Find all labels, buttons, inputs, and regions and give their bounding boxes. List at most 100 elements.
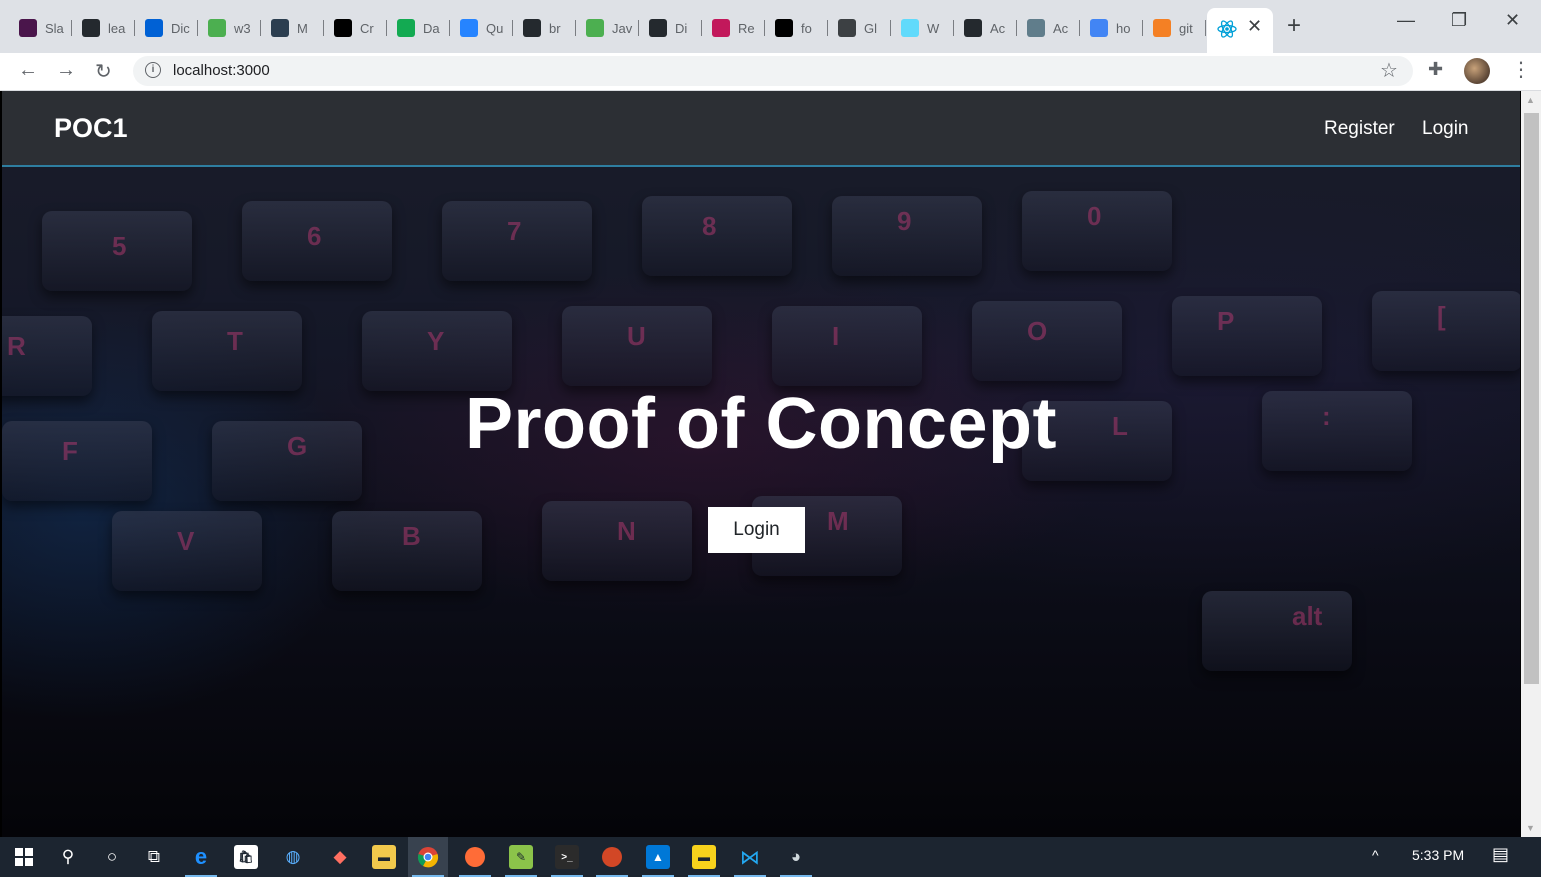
cortana-icon[interactable]: ○ <box>100 845 124 869</box>
browser-tab[interactable]: fo <box>767 14 828 42</box>
keyboard-key-label: [ <box>1437 301 1446 331</box>
tab-separator <box>512 20 513 36</box>
cloud-icon <box>460 19 478 37</box>
nav-register-link[interactable]: Register <box>1324 118 1395 140</box>
chrome-icon[interactable] <box>416 845 440 869</box>
active-tab[interactable]: ✕ <box>1207 8 1273 53</box>
tab-separator <box>260 20 261 36</box>
keyboard-key-label: 6 <box>307 221 322 251</box>
windows-taskbar: ⚲ ○ ⧉ e 🛍 ◍ ◆ ▬ ✎ >_ ▲ ▬ ⋈ ◕ ^ 5:33 PM ▤ <box>0 837 1541 877</box>
tab-separator <box>1142 20 1143 36</box>
v-icon <box>271 19 289 37</box>
browser-tab[interactable]: br <box>515 14 576 42</box>
address-bar[interactable]: i localhost:3000 <box>133 56 1413 86</box>
powerpoint-icon[interactable] <box>600 845 624 869</box>
tab-title: W <box>927 20 940 36</box>
tab-separator <box>701 20 702 36</box>
app-globe-icon[interactable]: ◕ <box>784 845 808 869</box>
reload-icon[interactable]: ↻ <box>95 59 112 84</box>
file-explorer-icon[interactable]: ▬ <box>372 845 396 869</box>
page-viewport: 5 6 7 8 9 0 R T Y U I O P[F G L: V B N Malt POC1 Register … <box>2 91 1520 837</box>
scroll-down-arrow-icon[interactable]: ▼ <box>1526 823 1535 833</box>
tab-title: br <box>549 20 561 36</box>
github-icon <box>523 19 541 37</box>
w3-icon <box>208 19 226 37</box>
scrollbar-thumb[interactable] <box>1524 113 1539 684</box>
task-view-icon[interactable]: ⧉ <box>142 845 166 869</box>
keyboard-key-label: alt <box>1292 601 1323 631</box>
postman-icon[interactable] <box>463 845 487 869</box>
browser-tab[interactable]: ho <box>1082 14 1143 42</box>
tab-title: ho <box>1116 20 1131 36</box>
browser-tab[interactable]: w3 <box>200 14 261 42</box>
browser-tab-strip: Sla lea Dic w3 M Cr Da Qu br Jav Di Re fo Gl W Ac Ac ho gi… <box>0 0 1541 53</box>
bookmark-star-icon[interactable]: ☆ <box>1380 58 1398 83</box>
medium-icon <box>334 19 352 37</box>
hero-login-button[interactable]: Login <box>708 507 805 553</box>
browser-tab[interactable]: W <box>893 14 954 42</box>
profile-avatar[interactable] <box>1464 58 1490 84</box>
scroll-up-arrow-icon[interactable]: ▲ <box>1526 95 1535 105</box>
browser-tab[interactable]: Cr <box>326 14 387 42</box>
tray-chevron-icon[interactable]: ^ <box>1372 847 1379 863</box>
browser-tab[interactable]: Da <box>389 14 450 42</box>
keyboard-key-label: O <box>1027 316 1048 346</box>
browser-tab[interactable]: Qu <box>452 14 513 42</box>
browser-tab[interactable]: Sla <box>11 14 72 42</box>
photos-icon[interactable]: ▲ <box>646 845 670 869</box>
store-icon[interactable]: 🛍 <box>234 845 258 869</box>
tab-separator <box>1079 20 1080 36</box>
restore-button[interactable]: ❐ <box>1451 10 1467 31</box>
tab-separator <box>134 20 135 36</box>
vscode-icon[interactable]: ⋈ <box>738 845 762 869</box>
keyboard-key-label: Y <box>427 326 445 356</box>
chrome-menu-icon[interactable]: ⋮ <box>1511 57 1531 82</box>
keyboard-key-label: M <box>827 506 849 536</box>
brand-logo[interactable]: POC1 <box>54 113 128 144</box>
tab-title: Jav <box>612 20 633 36</box>
image-icon <box>1027 19 1045 37</box>
nav-login-link[interactable]: Login <box>1422 118 1469 140</box>
tab-title: Da <box>423 20 440 36</box>
app-icon[interactable]: ◆ <box>328 845 352 869</box>
browser-tab[interactable]: Ac <box>1019 14 1080 42</box>
browser-tab[interactable]: M <box>263 14 324 42</box>
tab-separator <box>1016 20 1017 36</box>
search-icon[interactable]: ⚲ <box>56 845 80 869</box>
close-tab-icon[interactable]: ✕ <box>1247 16 1262 37</box>
top-navbar: POC1 Register Login <box>2 91 1520 167</box>
back-arrow-icon[interactable]: ← <box>18 59 38 82</box>
browser-tab[interactable]: git <box>1145 14 1206 42</box>
browser-tab[interactable]: Re <box>704 14 765 42</box>
edge-icon[interactable]: e <box>189 844 213 869</box>
notification-icon[interactable]: ▤ <box>1492 844 1509 865</box>
browser-toolbar: ← → ↻ i localhost:3000 ☆ ✚ ⋮ <box>0 53 1541 91</box>
forward-arrow-icon[interactable]: → <box>56 59 76 82</box>
slack-icon <box>19 19 37 37</box>
browser-tab[interactable]: Jav <box>578 14 639 42</box>
page-scrollbar[interactable]: ▲ ▼ <box>1521 91 1541 837</box>
tab-separator <box>1205 20 1206 36</box>
close-window-button[interactable]: ✕ <box>1505 10 1520 31</box>
browser-tab[interactable]: lea <box>74 14 135 42</box>
browser-tab[interactable]: Dic <box>137 14 198 42</box>
extensions-puzzle-icon[interactable]: ✚ <box>1428 59 1443 80</box>
windows-start-icon[interactable] <box>12 845 36 869</box>
tab-title: M <box>297 20 308 36</box>
address-url[interactable]: localhost:3000 <box>173 62 270 79</box>
tab-title: w3 <box>234 20 251 36</box>
vpn-globe-icon[interactable]: ◍ <box>281 845 305 869</box>
keyboard-key <box>642 196 792 276</box>
site-info-icon[interactable]: i <box>145 62 161 78</box>
browser-tab[interactable]: Di <box>641 14 702 42</box>
minimize-button[interactable]: — <box>1397 10 1415 31</box>
notepad-icon[interactable]: ✎ <box>509 845 533 869</box>
sticky-notes-icon[interactable]: ▬ <box>692 845 716 869</box>
taskbar-clock[interactable]: 5:33 PM <box>1412 847 1464 863</box>
browser-tab[interactable]: Gl <box>830 14 891 42</box>
new-tab-button[interactable]: + <box>1287 12 1301 40</box>
browser-tab[interactable]: Ac <box>956 14 1017 42</box>
terminal-icon[interactable]: >_ <box>555 845 579 869</box>
tab-separator <box>197 20 198 36</box>
keyboard-key <box>1372 291 1520 371</box>
